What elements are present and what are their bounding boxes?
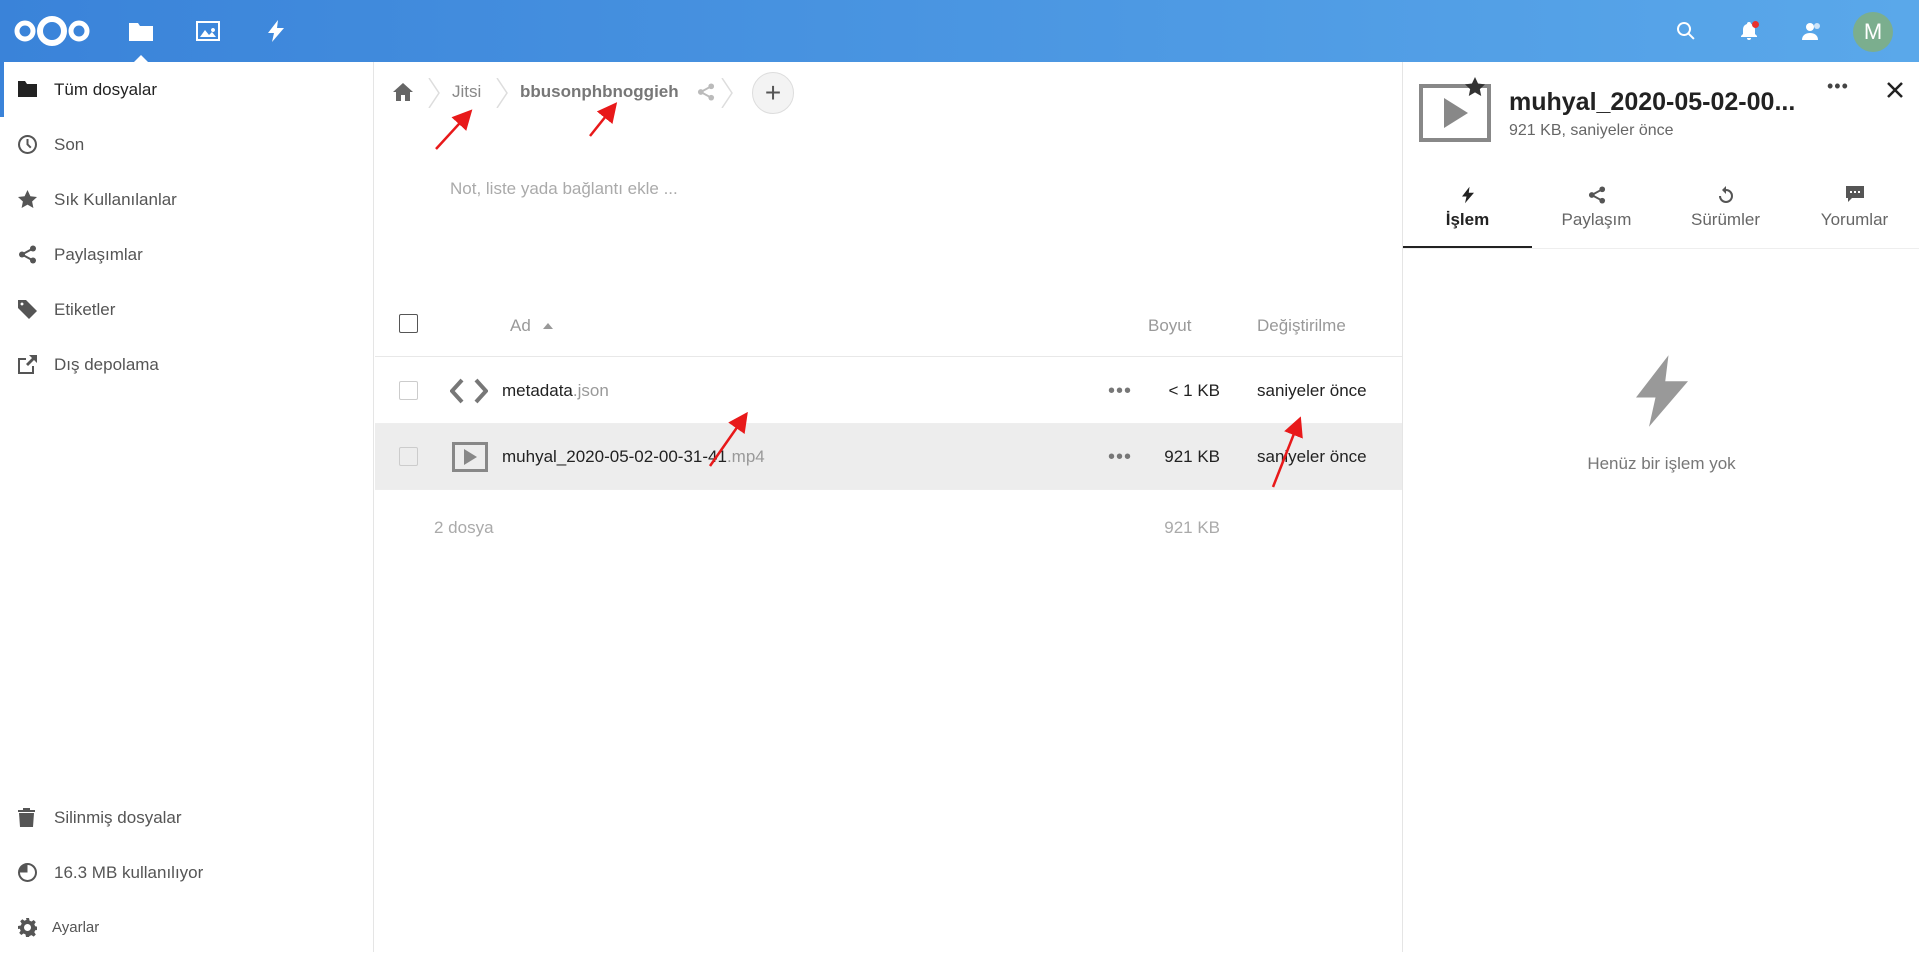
tab-sharing[interactable]: Paylaşım	[1532, 186, 1661, 248]
sidebar-item-favorites[interactable]: Sık Kullanılanlar	[0, 172, 373, 227]
panel-file-title: muhyal_2020-05-02-00...	[1509, 88, 1796, 116]
column-header-size[interactable]: Boyut	[1148, 294, 1191, 357]
panel-more-menu[interactable]: •••	[1827, 76, 1849, 97]
sidebar-item-all-files[interactable]: Tüm dosyalar	[0, 62, 373, 117]
sidebar-item-deleted-files[interactable]: Silinmiş dosyalar	[0, 790, 373, 845]
notifications-bell-icon[interactable]	[1718, 0, 1780, 62]
pie-icon	[18, 863, 37, 882]
sidebar-item-label: 16.3 MB kullanılıyor	[54, 862, 204, 882]
close-icon[interactable]	[1887, 82, 1903, 98]
sidebar-item-label: Dış depolama	[54, 354, 159, 374]
column-header-modified[interactable]: Değiştirilme	[1257, 294, 1346, 357]
sidebar-item-label: Paylaşımlar	[54, 244, 143, 264]
external-icon	[18, 355, 37, 374]
sidebar-item-tags[interactable]: Etiketler	[0, 282, 373, 337]
search-icon[interactable]	[1655, 0, 1717, 62]
home-icon	[393, 83, 413, 101]
rich-workspace-note-input[interactable]	[450, 172, 1050, 206]
breadcrumb-separator	[496, 78, 508, 108]
tag-icon	[18, 300, 37, 319]
panel-file-subtitle: 921 KB, saniyeler önce	[1509, 122, 1674, 139]
sidebar-item-label: Son	[54, 134, 85, 154]
table-header: Ad Boyut Değiştirilme	[375, 294, 1402, 357]
breadcrumb-home[interactable]	[393, 62, 413, 122]
tabs-divider	[1403, 248, 1919, 249]
top-header: M	[0, 0, 1919, 62]
breadcrumb: Jitsi bbusonphbnoggieh +	[375, 62, 1402, 122]
clock-icon	[18, 135, 37, 154]
details-sidebar: muhyal_2020-05-02-00... 921 KB, saniyele…	[1402, 62, 1919, 952]
avatar[interactable]: M	[1853, 12, 1893, 52]
navigation-sidebar: Tüm dosyalar Son Sık Kullanılanlar Payla…	[0, 62, 374, 952]
tab-comments[interactable]: Yorumlar	[1790, 186, 1919, 248]
activity-empty-icon	[1636, 355, 1688, 427]
files-app-icon[interactable]	[110, 0, 172, 62]
file-list-area: Jitsi bbusonphbnoggieh + Ad Boyut Değişt…	[375, 62, 1402, 952]
breadcrumb-separator	[721, 78, 733, 108]
empty-activity-message: Henüz bir işlem yok	[1587, 454, 1736, 473]
sidebar-item-settings[interactable]: Ayarlar	[0, 900, 373, 955]
sidebar-item-label: Etiketler	[54, 299, 116, 319]
share-folder-icon[interactable]	[697, 62, 715, 122]
trash-icon	[18, 808, 37, 827]
activity-app-icon[interactable]	[245, 0, 307, 62]
sidebar-item-quota[interactable]: 16.3 MB kullanılıyor	[0, 845, 373, 900]
breadcrumb-item-current[interactable]: bbusonphbnoggieh	[520, 62, 679, 122]
file-modified: saniyeler önce	[1257, 447, 1367, 466]
sidebar-item-label: Ayarlar	[52, 919, 100, 936]
folder-icon	[18, 80, 37, 99]
column-header-name[interactable]: Ad	[510, 294, 553, 357]
contacts-icon[interactable]	[1781, 0, 1843, 62]
favorite-star-icon[interactable]	[1465, 77, 1485, 97]
comment-icon	[1790, 186, 1919, 204]
breadcrumb-separator	[428, 78, 440, 108]
table-row[interactable]: metadata .json ••• < 1 KB saniyeler önce	[375, 358, 1402, 424]
sidebar-item-label: Silinmiş dosyalar	[54, 807, 182, 827]
table-row[interactable]: muhyal_2020-05-02-00-31-41 .mp4 ••• 921 K…	[375, 424, 1402, 490]
sort-ascending-icon	[542, 322, 553, 329]
history-icon	[1661, 186, 1790, 204]
sidebar-item-label: Tüm dosyalar	[54, 79, 157, 99]
sidebar-item-shares[interactable]: Paylaşımlar	[0, 227, 373, 282]
share-icon	[18, 245, 37, 264]
photos-app-icon[interactable]	[177, 0, 239, 62]
sidebar-item-external-storage[interactable]: Dış depolama	[0, 337, 373, 392]
nextcloud-logo[interactable]	[12, 0, 92, 62]
tab-activity[interactable]: İşlem	[1403, 186, 1532, 248]
file-size: 921 KB	[1164, 447, 1220, 466]
table-summary-row: 2 dosya 921 KB	[375, 490, 1402, 566]
total-size: 921 KB	[1164, 518, 1220, 537]
sidebar-item-recent[interactable]: Son	[0, 117, 373, 172]
star-icon	[18, 190, 37, 209]
sidebar-item-label: Sık Kullanılanlar	[54, 189, 177, 209]
tab-versions[interactable]: Sürümler	[1661, 186, 1790, 248]
add-new-button[interactable]: +	[752, 72, 794, 114]
notification-badge	[1752, 21, 1759, 28]
activity-icon	[1403, 186, 1532, 204]
breadcrumb-item-jitsi[interactable]: Jitsi	[452, 62, 481, 122]
file-modified: saniyeler önce	[1257, 381, 1367, 400]
select-all-checkbox[interactable]	[399, 314, 418, 333]
share-icon	[1532, 186, 1661, 204]
gear-icon	[18, 918, 38, 937]
file-size: < 1 KB	[1168, 381, 1220, 400]
